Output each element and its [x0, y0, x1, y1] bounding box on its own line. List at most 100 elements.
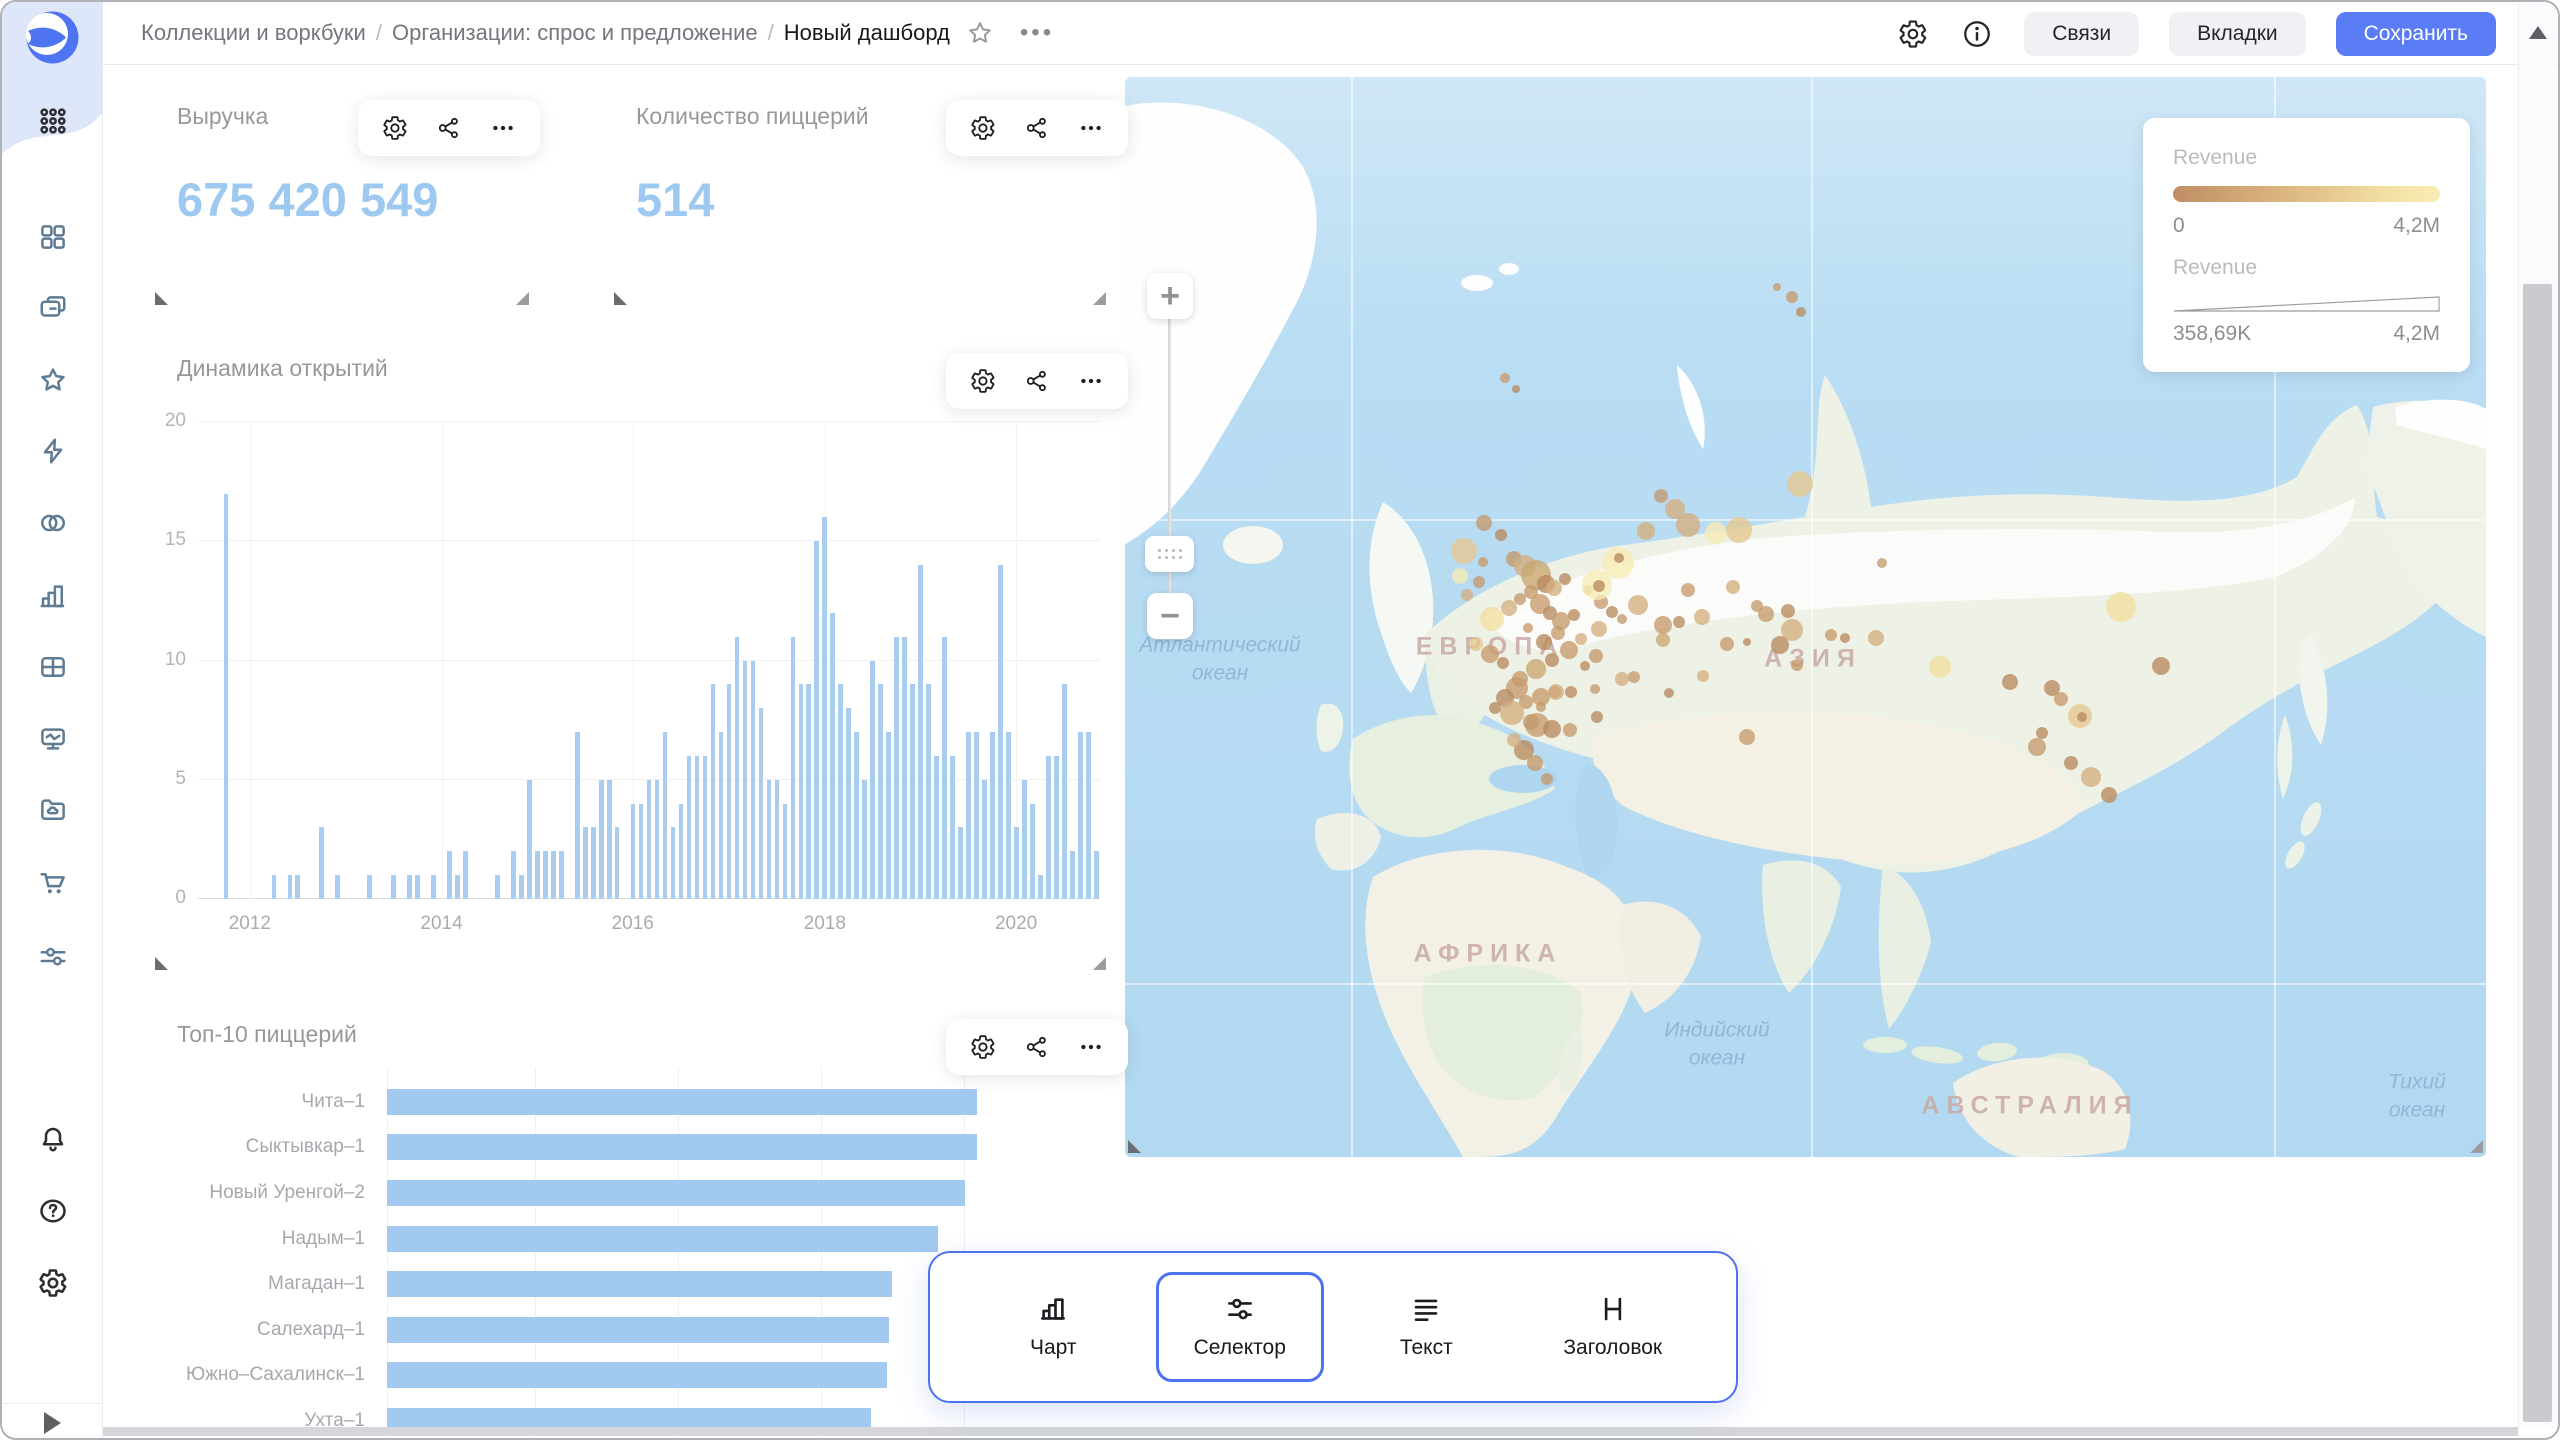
storage-cloud-folder-icon[interactable]	[2, 787, 103, 833]
map-data-point[interactable]	[1614, 553, 1624, 563]
map-data-point[interactable]	[1726, 580, 1740, 594]
dynamics-bar[interactable]	[894, 637, 899, 899]
dynamics-bar[interactable]	[224, 494, 229, 899]
dynamics-bar[interactable]	[639, 804, 644, 899]
map-data-point[interactable]	[1654, 489, 1668, 503]
dynamics-bar[interactable]	[926, 684, 931, 899]
map-data-point[interactable]	[1551, 626, 1565, 640]
dynamics-bar[interactable]	[751, 661, 756, 900]
favorites-star-icon[interactable]	[2, 357, 103, 403]
connections-icon[interactable]	[2, 500, 103, 546]
dynamics-bar[interactable]	[966, 732, 971, 899]
dynamics-bar[interactable]	[463, 851, 468, 899]
resize-handle[interactable]	[1093, 957, 1106, 970]
dynamics-bar[interactable]	[974, 732, 979, 899]
dynamics-bar[interactable]	[679, 804, 684, 899]
dynamics-bar[interactable]	[743, 661, 748, 900]
breadcrumb-workbook[interactable]: Организации: спрос и предложение	[392, 20, 758, 46]
dynamics-bar[interactable]	[950, 756, 955, 899]
star-icon[interactable]	[966, 19, 994, 47]
map-data-point[interactable]	[1681, 583, 1695, 597]
widget-more-ellipsis-icon[interactable]	[1078, 115, 1104, 141]
map-data-point[interactable]	[1514, 593, 1526, 605]
dynamics-bar[interactable]	[990, 732, 995, 899]
dynamics-bar[interactable]	[1030, 804, 1035, 899]
collections-icon[interactable]	[2, 285, 103, 331]
dynamics-bar[interactable]	[559, 851, 564, 899]
map-data-point[interactable]	[2064, 756, 2078, 770]
vertical-scrollbar[interactable]	[2518, 4, 2556, 1428]
dynamics-bar[interactable]	[775, 780, 780, 899]
dynamics-bar[interactable]	[1038, 875, 1043, 899]
dynamics-bar[interactable]	[1062, 684, 1067, 899]
map-data-point[interactable]	[1697, 670, 1709, 682]
dynamics-bar[interactable]	[288, 875, 293, 899]
dynamics-bar[interactable]	[862, 780, 867, 899]
dynamics-bar[interactable]	[854, 732, 859, 899]
map-data-point[interactable]	[1473, 576, 1485, 588]
save-button[interactable]: Сохранить	[2336, 12, 2496, 56]
widget-more-ellipsis-icon[interactable]	[1078, 368, 1104, 394]
more-ellipsis-icon[interactable]: •••	[1020, 19, 1054, 47]
dynamics-bar[interactable]	[655, 780, 660, 899]
dynamics-bar[interactable]	[631, 804, 636, 899]
map-data-point[interactable]	[1512, 385, 1520, 393]
dynamics-bar[interactable]	[759, 708, 764, 899]
map-zoom-slider[interactable]	[1168, 319, 1171, 639]
map-data-point[interactable]	[1929, 656, 1951, 678]
map-data-point[interactable]	[1559, 573, 1571, 585]
dynamics-bar[interactable]	[1086, 732, 1091, 899]
dynamics-bar[interactable]	[830, 613, 835, 899]
dynamics-bar[interactable]	[543, 851, 548, 899]
widget-share-links-icon[interactable]	[1024, 368, 1050, 394]
widget-more-ellipsis-icon[interactable]	[1078, 1034, 1104, 1060]
map-data-point[interactable]	[1478, 557, 1488, 567]
map-data-point[interactable]	[1451, 538, 1477, 564]
map-data-point[interactable]	[1758, 606, 1774, 622]
widget-share-links-icon[interactable]	[436, 115, 462, 141]
top10-bar[interactable]	[387, 1226, 938, 1252]
map-data-point[interactable]	[1628, 671, 1640, 683]
dynamics-bar[interactable]	[958, 827, 963, 899]
resize-handle[interactable]	[1128, 1140, 1141, 1153]
map-data-point[interactable]	[1656, 633, 1670, 647]
resize-handle[interactable]	[1093, 292, 1106, 305]
map-data-point[interactable]	[1868, 630, 1884, 646]
dynamics-bar[interactable]	[615, 827, 620, 899]
tabs-button[interactable]: Вкладки	[2169, 12, 2306, 56]
map-data-point[interactable]	[1664, 688, 1674, 698]
map-data-point[interactable]	[1523, 623, 1533, 633]
apps-grid-icon[interactable]	[2, 98, 103, 144]
help-icon[interactable]	[2, 1188, 103, 1234]
map-data-point[interactable]	[1480, 607, 1504, 631]
add-selector-button[interactable]: Селектор	[1156, 1272, 1324, 1382]
dynamics-bar[interactable]	[1046, 756, 1051, 899]
map-data-point[interactable]	[2028, 738, 2046, 756]
dynamics-bar[interactable]	[511, 851, 516, 899]
dynamics-bar[interactable]	[998, 565, 1003, 899]
dynamics-bar[interactable]	[886, 732, 891, 899]
map-data-point[interactable]	[2002, 674, 2018, 690]
dynamics-bar[interactable]	[870, 661, 875, 900]
map-data-point[interactable]	[1786, 291, 1798, 303]
map-data-point[interactable]	[1637, 522, 1655, 540]
top10-bar[interactable]	[387, 1180, 965, 1206]
map-zoom-in-button[interactable]: +	[1147, 273, 1193, 319]
map-zoom-slider-handle[interactable]	[1145, 536, 1194, 572]
dynamics-bar[interactable]	[519, 875, 524, 899]
map-data-point[interactable]	[1580, 661, 1590, 671]
dynamics-bar[interactable]	[575, 732, 580, 899]
map-data-point[interactable]	[1543, 720, 1561, 738]
map-data-point[interactable]	[1495, 529, 1507, 541]
links-button[interactable]: Связи	[2024, 12, 2139, 56]
dynamics-bar[interactable]	[918, 565, 923, 899]
dynamics-bar[interactable]	[415, 875, 420, 899]
map-data-point[interactable]	[1526, 659, 1546, 679]
map-data-point[interactable]	[1593, 580, 1605, 592]
map-data-point[interactable]	[1527, 755, 1543, 771]
dynamics-bar[interactable]	[878, 684, 883, 899]
dynamics-bar[interactable]	[783, 804, 788, 899]
map-data-point[interactable]	[1676, 513, 1700, 537]
map-data-point[interactable]	[1563, 723, 1577, 737]
widget-revenue-map[interactable]: ЕВРОПА АЗИЯ АФРИКА АВСТРАЛИЯ Атлантическ…	[1125, 77, 2486, 1157]
